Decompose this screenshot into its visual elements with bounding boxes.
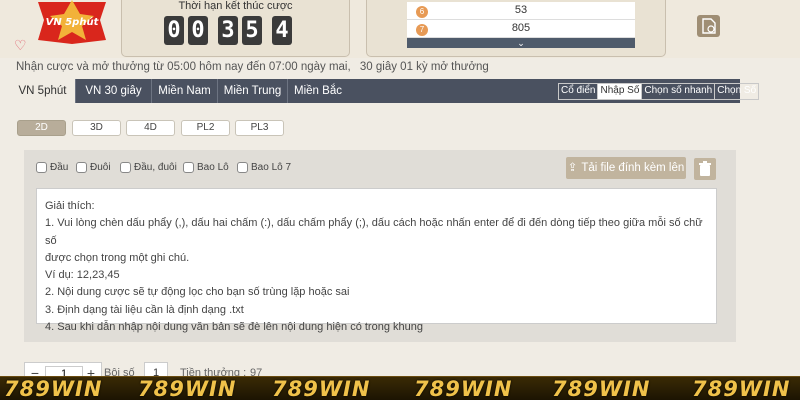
explain-example: Ví dụ: 12,23,45 — [45, 269, 120, 282]
numbers-textarea[interactable]: Giải thích: 1. Vui lòng chèn dấu phẩy (,… — [36, 188, 717, 333]
tab-mien-trung[interactable]: Miền Trung — [218, 79, 288, 103]
brand-watermark: 789WIN — [138, 377, 237, 400]
countdown-box: Thời hạn kết thúc cược 0 0 3 5 4 — [121, 0, 350, 57]
upload-file-button[interactable]: ⇪ Tải file đính kèm lên — [566, 157, 686, 179]
checkbox-label: Bao Lô 7 — [251, 162, 292, 173]
result-row: 6 53 — [407, 2, 635, 20]
mode-quick-pick[interactable]: Chọn số nhanh — [642, 84, 716, 99]
tab-mien-bac[interactable]: Miền Bắc — [288, 79, 348, 103]
mode-select-numbers[interactable]: Chọn Số — [715, 84, 758, 99]
checkbox-box[interactable] — [183, 162, 194, 173]
checkbox-dau-duoi[interactable]: Đầu, đuôi — [120, 162, 177, 173]
checkbox-box[interactable] — [36, 162, 47, 173]
game-tab-2d[interactable]: 2D — [17, 120, 66, 136]
brand-watermark: 789WIN — [272, 377, 371, 400]
bet-input-panel: Đầu Đuôi Đầu, đuôi Bao Lô Bao Lô 7 ⇪ Tải … — [24, 150, 736, 342]
brand-watermark: 789WIN — [414, 377, 513, 400]
explain-title: Giải thích: — [45, 200, 95, 212]
checkbox-label: Đuôi — [90, 162, 111, 173]
chevron-down-icon: ⌄ — [517, 38, 525, 48]
countdown-digit: 5 — [242, 16, 262, 45]
explain-line: 3. Định dạng tài liệu cần là định dạng .… — [45, 303, 244, 316]
checkbox-label: Đầu, đuôi — [134, 162, 177, 173]
game-tab-4d[interactable]: 4D — [126, 120, 175, 136]
result-value: 53 — [514, 4, 528, 16]
logo-text: VN 5phút — [46, 16, 100, 28]
brand-watermark: 789WIN — [4, 377, 103, 400]
upload-label: Tải file đính kèm lên — [581, 162, 685, 174]
explain-line: được chọn trong một ghi chú. — [45, 251, 190, 264]
bet-history-button[interactable] — [697, 15, 720, 37]
betting-notice: Nhận cược và mở thưởng từ 05:00 hôm nay … — [16, 61, 495, 73]
mode-classic[interactable]: Cổ điển — [559, 84, 599, 99]
countdown-digit: 0 — [164, 16, 184, 45]
checkbox-dau[interactable]: Đầu — [36, 162, 68, 173]
tab-vn-5phut[interactable]: VN 5phút — [10, 79, 76, 103]
document-refresh-icon — [702, 18, 716, 34]
brand-banner: 789WIN 789WIN 789WIN 789WIN 789WIN 789WI… — [0, 376, 800, 400]
checkbox-box[interactable] — [120, 162, 131, 173]
input-mode-switch: Cổ điển Nhập Số Chọn số nhanh Chọn Số — [558, 83, 760, 100]
countdown-digits: 0 0 3 5 4 — [164, 16, 296, 45]
clear-button[interactable] — [694, 158, 716, 180]
checkbox-box[interactable] — [76, 162, 87, 173]
explain-line: 4. Sau khi dẫn nhập nội dung văn bản sẽ … — [45, 321, 423, 334]
results-box: 6 53 7 805 ⌄ — [366, 0, 666, 57]
game-logo: VN 5phút — [34, 0, 110, 44]
brand-watermark: 789WIN — [552, 377, 651, 400]
game-tab-pl3[interactable]: PL3 — [235, 120, 284, 136]
countdown-digit: 4 — [272, 16, 292, 45]
countdown-digit: 0 — [188, 16, 208, 45]
checkbox-label: Bao Lô — [197, 162, 229, 173]
result-value: 805 — [511, 22, 531, 34]
countdown-digit: 3 — [218, 16, 238, 45]
game-tab-pl2[interactable]: PL2 — [181, 120, 230, 136]
expand-results-button[interactable]: ⌄ — [407, 38, 635, 48]
draw-interval-text: 30 giây 01 kỳ mở thưởng — [359, 61, 489, 73]
checkbox-duoi[interactable]: Đuôi — [76, 162, 111, 173]
tab-mien-nam[interactable]: Miền Nam — [152, 79, 218, 103]
bet-time-text: Nhận cược và mở thưởng từ 05:00 hôm nay … — [16, 61, 351, 73]
results-table: 6 53 7 805 ⌄ — [407, 2, 635, 48]
mode-enter-numbers[interactable]: Nhập Số — [598, 84, 643, 99]
game-tab-3d[interactable]: 3D — [72, 120, 121, 136]
brand-watermark: 789WIN — [692, 377, 791, 400]
checkbox-label: Đầu — [50, 162, 69, 173]
checkbox-box[interactable] — [237, 162, 248, 173]
timer-title: Thời hạn kết thúc cược — [178, 0, 293, 12]
trash-icon — [699, 161, 711, 176]
checkbox-bao-lo[interactable]: Bao Lô — [183, 162, 229, 173]
result-row: 7 805 — [407, 20, 635, 38]
checkbox-bao-lo-7[interactable]: Bao Lô 7 — [237, 162, 291, 173]
explain-line: 2. Nội dung cược sẽ tự động lọc cho bạn … — [45, 286, 350, 299]
tab-vn-30-giay[interactable]: VN 30 giây — [76, 79, 152, 103]
top-header: VN 5phút ♡ Thời hạn kết thúc cược 0 0 3 … — [0, 0, 800, 58]
upload-icon: ⇪ — [567, 162, 578, 174]
favorite-heart-icon[interactable]: ♡ — [14, 38, 27, 52]
explain-line: 1. Vui lòng chèn dấu phẩy (,), dấu hai c… — [45, 217, 703, 247]
region-nav: VN 5phút VN 30 giây Miền Nam Miền Trung … — [10, 79, 760, 103]
